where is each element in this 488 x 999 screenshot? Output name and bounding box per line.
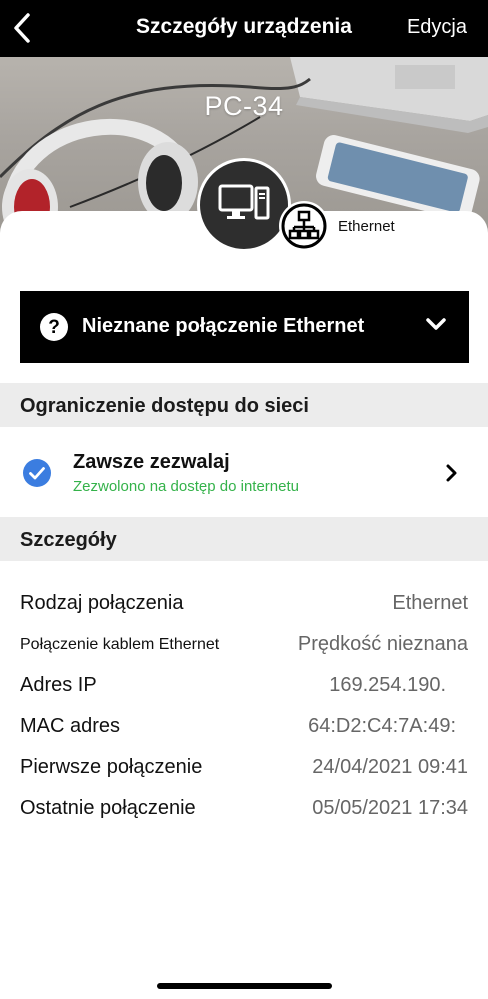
detail-value: 05/05/2021 17:34 xyxy=(312,797,468,819)
desktop-computer-icon xyxy=(218,184,270,220)
detail-label: MAC adres xyxy=(20,715,121,737)
detail-label: Adres IP xyxy=(20,674,97,696)
detail-row: Rodzaj połączenia Ethernet xyxy=(20,592,468,622)
detail-label: Połączenie kablem Ethernet xyxy=(20,636,220,653)
section-header-access: Ograniczenie dostępu do sieci xyxy=(0,383,488,427)
detail-value: 24/04/2021 09:41 xyxy=(312,756,468,778)
ethernet-network-icon xyxy=(281,203,327,249)
access-policy-subtitle: Zezwolono na dostęp do internetu xyxy=(73,478,299,495)
section-title: Szczegóły xyxy=(20,529,117,551)
connection-type-label: Ethernet xyxy=(338,218,395,235)
connection-status-text: Nieznane połączenie Ethernet xyxy=(82,315,365,337)
checkmark-circle-icon xyxy=(23,459,51,487)
section-title: Ograniczenie dostępu do sieci xyxy=(20,395,309,417)
question-mark-icon: ? xyxy=(40,313,68,341)
detail-value: 169.254.190. xyxy=(329,674,446,696)
edit-button[interactable]: Edycja xyxy=(407,16,467,39)
detail-value: 64:D2:C4:7A:49: xyxy=(308,715,456,737)
detail-value: Prędkość nieznana xyxy=(297,633,468,655)
connection-status-dropdown[interactable]: ? Nieznane połączenie Ethernet xyxy=(20,291,469,363)
detail-label: Pierwsze połączenie xyxy=(20,756,203,778)
section-header-details: Szczegóły xyxy=(0,517,488,561)
ethernet-badge xyxy=(279,201,329,251)
access-policy-title: Zawsze zezwalaj xyxy=(73,451,230,473)
detail-row: MAC adres 64:D2:C4:7A:49: xyxy=(20,715,468,745)
chevron-left-icon xyxy=(14,13,30,43)
chevron-right-icon xyxy=(446,464,457,482)
detail-row: Połączenie kablem Ethernet Prędkość niez… xyxy=(20,633,468,663)
access-policy-row[interactable]: Zawsze zezwalaj Zezwolono na dostęp do i… xyxy=(0,428,488,516)
chevron-down-icon xyxy=(426,318,446,330)
home-indicator[interactable] xyxy=(157,983,332,989)
svg-text:?: ? xyxy=(48,317,60,338)
device-avatar xyxy=(197,158,291,252)
back-button[interactable] xyxy=(8,10,38,46)
nav-bar: Szczegóły urządzenia Edycja xyxy=(0,0,488,57)
detail-row: Ostatnie połączenie 05/05/2021 17:34 xyxy=(20,797,468,827)
detail-label: Rodzaj połączenia xyxy=(20,592,184,614)
detail-label: Ostatnie połączenie xyxy=(20,797,196,819)
detail-value: Ethernet xyxy=(392,592,468,614)
device-name: PC-34 xyxy=(204,91,284,121)
detail-row: Adres IP 169.254.190. xyxy=(20,674,468,704)
detail-row: Pierwsze połączenie 24/04/2021 09:41 xyxy=(20,756,468,786)
